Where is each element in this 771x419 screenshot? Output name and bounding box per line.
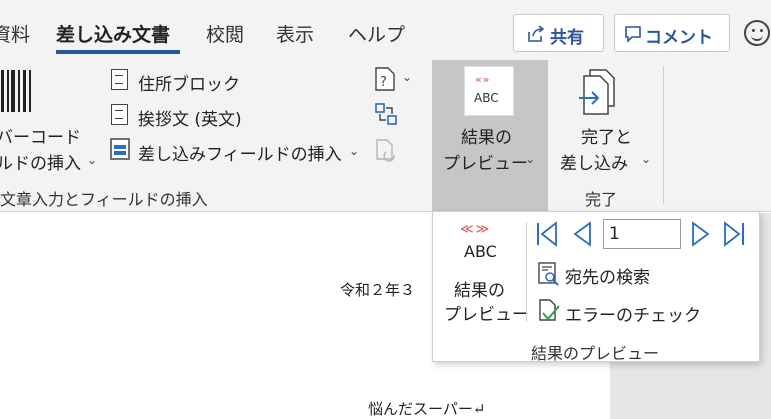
greeting-line-icon — [111, 104, 128, 125]
preview-results-button[interactable]: «» ABC 結果の プレビュー ⌄ — [432, 60, 548, 212]
comments-label: コメント — [645, 28, 713, 48]
active-tab-indicator — [56, 50, 180, 54]
tab-mailings[interactable]: 差し込み文書 — [56, 20, 170, 47]
tab-view[interactable]: 表示 — [276, 20, 314, 47]
insert-merge-field-label: 差し込みフィールドの挿入 — [138, 145, 342, 165]
preview-label-line2: プレビュー — [443, 154, 528, 174]
preview-results-panel: ≪≫ ABC 結果の プレビュー 宛先の検索 エラーのチェック — [432, 211, 760, 363]
share-icon — [528, 25, 545, 42]
finish-merge-label-line2: 差し込み — [560, 154, 628, 174]
chevron-down-icon: ⌄ — [641, 152, 652, 166]
first-record-icon[interactable] — [535, 220, 559, 248]
check-errors-label: エラーのチェック — [565, 306, 701, 326]
panel-group-label: 結果のプレビュー — [531, 344, 660, 363]
chevron-down-icon: ⌄ — [349, 144, 360, 158]
merge-field-icon — [110, 138, 130, 160]
panel-preview-line2: プレビュー — [444, 305, 529, 325]
find-recipient-label: 宛先の検索 — [565, 268, 650, 288]
comments-button[interactable]: コメント — [614, 14, 730, 52]
group-label-finish: 完了 — [585, 190, 618, 209]
panel-preview-line1: 結果の — [454, 281, 505, 301]
panel-icon-text: ABC — [464, 242, 497, 261]
chevron-down-icon: ⌄ — [402, 70, 413, 84]
next-record-icon[interactable] — [689, 220, 713, 248]
share-button[interactable]: 共有 — [513, 14, 604, 52]
tab-help[interactable]: ヘルプ — [348, 20, 405, 47]
group-divider — [663, 66, 664, 204]
preview-icon-text: ABC — [474, 91, 499, 105]
greeting-line-label: 挨拶文 (英文) — [138, 110, 242, 130]
ribbon-tab-bar: 資料 差し込み文書 校閲 表示 ヘルプ 共有 コメント — [0, 0, 771, 60]
feedback-smiley-icon[interactable] — [744, 20, 770, 46]
preview-label-line1: 結果の — [461, 128, 512, 148]
barcode-label-line2: ルドの挿入 — [0, 154, 81, 174]
document-date-text: 令和２年３ — [340, 281, 416, 299]
rules-icon: ? — [375, 67, 395, 91]
document-store-text: 悩んだスーパー↵ — [368, 400, 486, 418]
update-labels-icon — [376, 139, 395, 162]
comment-icon — [625, 26, 641, 43]
chevron-down-icon: ⌄ — [525, 152, 536, 166]
tab-references[interactable]: 資料 — [0, 20, 30, 47]
last-record-icon[interactable] — [722, 220, 746, 248]
preview-arrows-icon: ≪≫ — [460, 222, 492, 237]
finish-merge-label-line1: 完了と — [581, 128, 632, 148]
previous-record-icon[interactable] — [570, 220, 594, 248]
chevron-down-icon: ⌄ — [87, 153, 98, 167]
svg-text:?: ? — [380, 75, 387, 90]
share-label: 共有 — [550, 28, 584, 48]
preview-results-icon: «» ABC — [464, 66, 514, 116]
check-errors-icon — [539, 299, 560, 321]
record-number-input[interactable] — [603, 219, 681, 249]
match-fields-icon[interactable] — [374, 102, 398, 126]
address-block-icon — [111, 69, 128, 90]
panel-divider — [526, 222, 527, 322]
tab-review[interactable]: 校閲 — [206, 20, 244, 47]
find-recipient-icon — [538, 262, 559, 286]
address-block-label: 住所ブロック — [138, 75, 240, 95]
barcode-icon — [1, 70, 31, 112]
group-label-write-insert: 文章入力とフィールドの挿入 — [0, 190, 208, 209]
barcode-label-line1: バーコード — [0, 128, 81, 148]
mailings-ribbon: バーコード ルドの挿入 ⌄ 住所ブロック 挨拶文 (英文) 差し込みフィールドの… — [0, 60, 771, 212]
finish-merge-icon — [579, 69, 615, 115]
